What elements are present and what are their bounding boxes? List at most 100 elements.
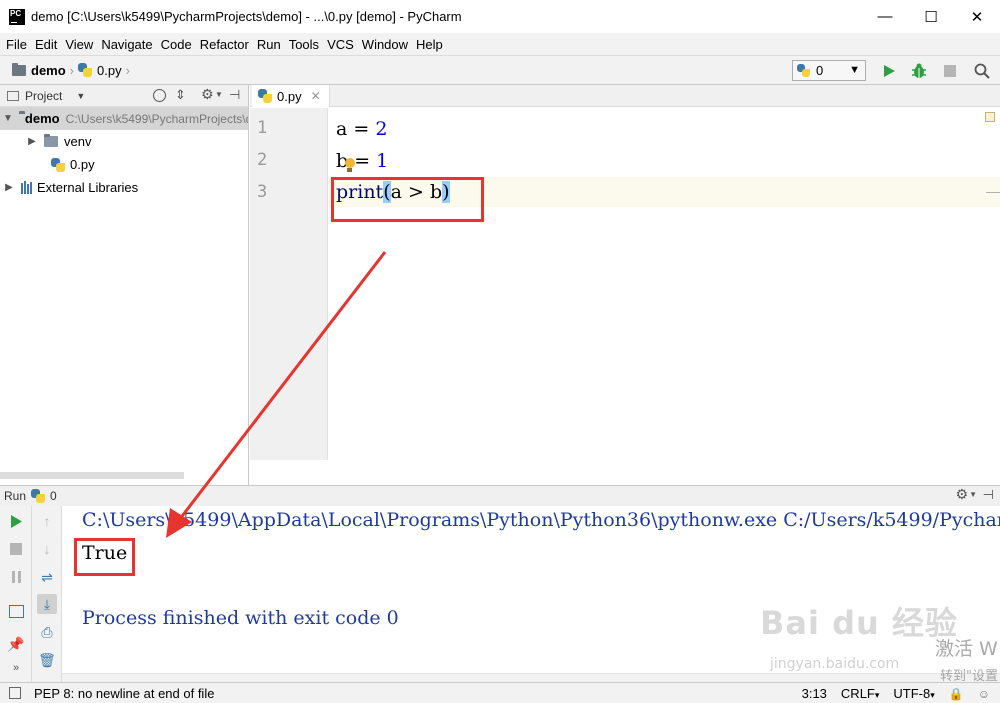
console-command: C:\Users\k5499\AppData\Local\Programs\Py… <box>82 509 1000 531</box>
chevron-right-icon[interactable]: ▶ <box>3 182 15 193</box>
tree-item-venv[interactable]: ▶ venv <box>0 130 248 153</box>
pause-button[interactable] <box>6 567 26 587</box>
stop-run-button[interactable] <box>6 539 26 559</box>
lock-icon[interactable]: 🔒 <box>949 687 964 701</box>
tab-0py[interactable]: 0.py ✕ <box>252 85 330 107</box>
stop-icon <box>944 65 956 77</box>
menu-bar: File Edit View Navigate Code Refactor Ru… <box>0 33 1000 55</box>
hide-panel-icon[interactable]: ⊣ <box>983 487 994 503</box>
run-panel-title[interactable]: Run <box>4 489 26 503</box>
code-line-1[interactable]: a = 2 <box>328 114 1000 144</box>
pause-icon <box>11 571 21 583</box>
tree-item-demo-root[interactable]: ▼ demo C:\Users\k5499\PycharmProjects\de… <box>0 107 248 130</box>
code-line-2[interactable]: b = 1 <box>328 146 1000 176</box>
tool-windows-icon[interactable] <box>9 687 21 699</box>
status-bar: PEP 8: no newline at end of file 3:13 CR… <box>0 682 1000 703</box>
code-editor[interactable]: a = 2 b = 1 print(a > b) <box>328 108 1000 460</box>
stop-button[interactable] <box>941 62 959 80</box>
chevron-down-icon: ▾ <box>930 690 935 700</box>
trash-icon[interactable]: 🗑 <box>37 650 57 670</box>
line-separator[interactable]: CRLF▾ <box>841 686 879 701</box>
run-toolbar-secondary: ↑ ↓ ⇌ ⤓ ⎙ 🗑 <box>32 506 62 683</box>
line-number: 2 <box>257 150 268 170</box>
down-arrow-icon[interactable]: ↓ <box>37 539 57 559</box>
python-file-icon <box>31 489 46 503</box>
hide-panel-icon[interactable]: ⊣ <box>229 87 240 103</box>
activate-windows-subtext: 转到"设置 <box>940 669 998 684</box>
menu-code[interactable]: Code <box>157 37 196 52</box>
run-config-tab[interactable]: 0 <box>50 489 57 503</box>
chevron-down-icon: ▾ <box>874 690 880 700</box>
python-file-icon <box>258 89 272 103</box>
debug-button[interactable] <box>910 62 928 80</box>
folder-icon <box>44 134 58 147</box>
up-arrow-icon[interactable]: ↑ <box>37 511 57 531</box>
python-file-icon <box>51 157 65 172</box>
more-actions-button[interactable]: » <box>6 658 26 678</box>
chevron-right-icon[interactable]: ▶ <box>26 136 38 147</box>
baidu-watermark-logo: Bai du 经验 <box>760 604 958 642</box>
project-panel-title[interactable]: Project <box>25 89 62 103</box>
maximize-button[interactable]: ☐ <box>908 0 954 33</box>
print-icon[interactable]: ⎙ <box>37 622 57 642</box>
gear-icon[interactable]: ⚙ <box>955 486 968 503</box>
play-icon <box>10 514 22 528</box>
chevron-down-icon[interactable]: ▼ <box>215 90 223 99</box>
line-number: 3 <box>257 182 268 202</box>
pin-tab-button[interactable]: 📌 <box>6 634 26 654</box>
scrollbar-marker <box>986 192 1000 193</box>
scroll-to-end-icon[interactable]: ⤓ <box>37 594 57 614</box>
line-number: 1 <box>257 118 268 138</box>
bug-icon <box>912 63 926 78</box>
run-panel: Run 0 ⚙ ▼ ⊣ 📌 » ↑ ↓ ⇌ ⤓ ⎙ 🗑 C:\Users\k54 <box>0 485 1000 683</box>
menu-edit[interactable]: Edit <box>31 37 61 52</box>
chevron-down-icon[interactable]: ▼ <box>969 490 977 499</box>
console-exit-message: Process finished with exit code 0 <box>82 607 399 629</box>
close-button[interactable]: ✕ <box>954 0 1000 33</box>
gear-icon[interactable]: ⚙ <box>201 86 214 103</box>
caret-position[interactable]: 3:13 <box>802 686 827 701</box>
navigation-bar: demo › 0.py › 0 ▼ <box>0 55 1000 85</box>
rerun-button[interactable] <box>6 511 26 531</box>
chevron-right-icon: › <box>125 62 130 78</box>
menu-window[interactable]: Window <box>358 37 412 52</box>
lightbulb-icon[interactable] <box>345 158 356 172</box>
menu-refactor[interactable]: Refactor <box>196 37 253 52</box>
menu-run[interactable]: Run <box>253 37 285 52</box>
chevron-down-icon: ▼ <box>849 64 860 76</box>
file-encoding[interactable]: UTF-8▾ <box>893 686 934 701</box>
close-icon[interactable]: ✕ <box>311 89 321 103</box>
project-panel: Project ▼ ⇕ ⚙ ▼ ⊣ ▼ demo C:\Users\k5499\… <box>0 85 249 485</box>
stop-icon <box>10 543 22 555</box>
minimize-button[interactable]: — <box>862 0 908 33</box>
title-bar: PC demo [C:\Users\k5499\PycharmProjects\… <box>0 0 1000 33</box>
breadcrumb-project[interactable]: demo <box>12 62 66 78</box>
menu-vcs[interactable]: VCS <box>323 37 358 52</box>
inspector-icon[interactable]: ☺ <box>978 687 990 701</box>
restore-layout-button[interactable] <box>6 601 26 621</box>
chevron-down-icon[interactable]: ▼ <box>3 113 13 124</box>
search-button[interactable] <box>973 62 991 80</box>
locate-icon[interactable] <box>153 89 166 102</box>
tree-item-external-libraries[interactable]: ▶ External Libraries <box>0 176 248 199</box>
baidu-watermark-url: jingyan.baidu.com <box>770 656 900 672</box>
python-file-icon <box>797 64 810 77</box>
editor-gutter: 1 2 3 <box>250 108 328 460</box>
folder-icon <box>12 62 26 76</box>
project-tool-window-icon <box>7 90 19 101</box>
menu-file[interactable]: File <box>2 37 31 52</box>
tree-item-0py[interactable]: 0.py <box>0 153 248 176</box>
run-configuration-select[interactable]: 0 ▼ <box>792 60 866 81</box>
chevron-down-icon[interactable]: ▼ <box>76 91 85 101</box>
menu-navigate[interactable]: Navigate <box>97 37 156 52</box>
inspection-status-icon[interactable] <box>985 112 995 122</box>
run-button[interactable] <box>880 62 898 80</box>
horizontal-scrollbar[interactable] <box>0 472 184 479</box>
menu-tools[interactable]: Tools <box>285 37 323 52</box>
breadcrumb-file[interactable]: 0.py <box>78 63 122 78</box>
soft-wrap-icon[interactable]: ⇌ <box>37 567 57 587</box>
python-file-icon <box>78 63 93 77</box>
menu-view[interactable]: View <box>61 37 97 52</box>
menu-help[interactable]: Help <box>412 37 447 52</box>
collapse-all-icon[interactable]: ⇕ <box>175 87 186 103</box>
